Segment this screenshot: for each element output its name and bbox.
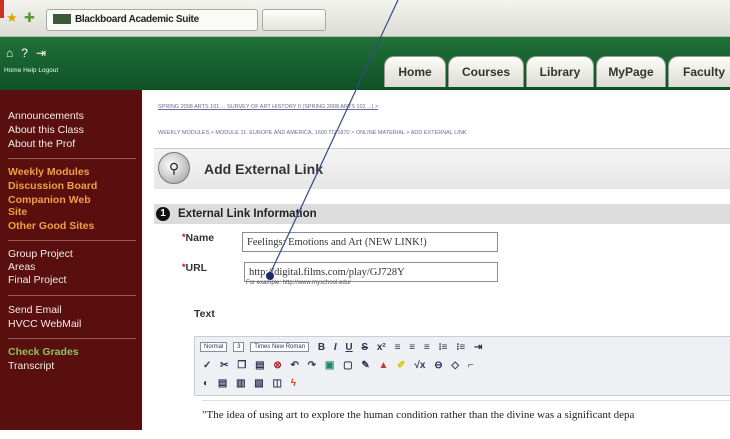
callout-dot	[266, 272, 274, 280]
callout-pointer	[266, 0, 399, 280]
callout-line	[269, 0, 399, 275]
